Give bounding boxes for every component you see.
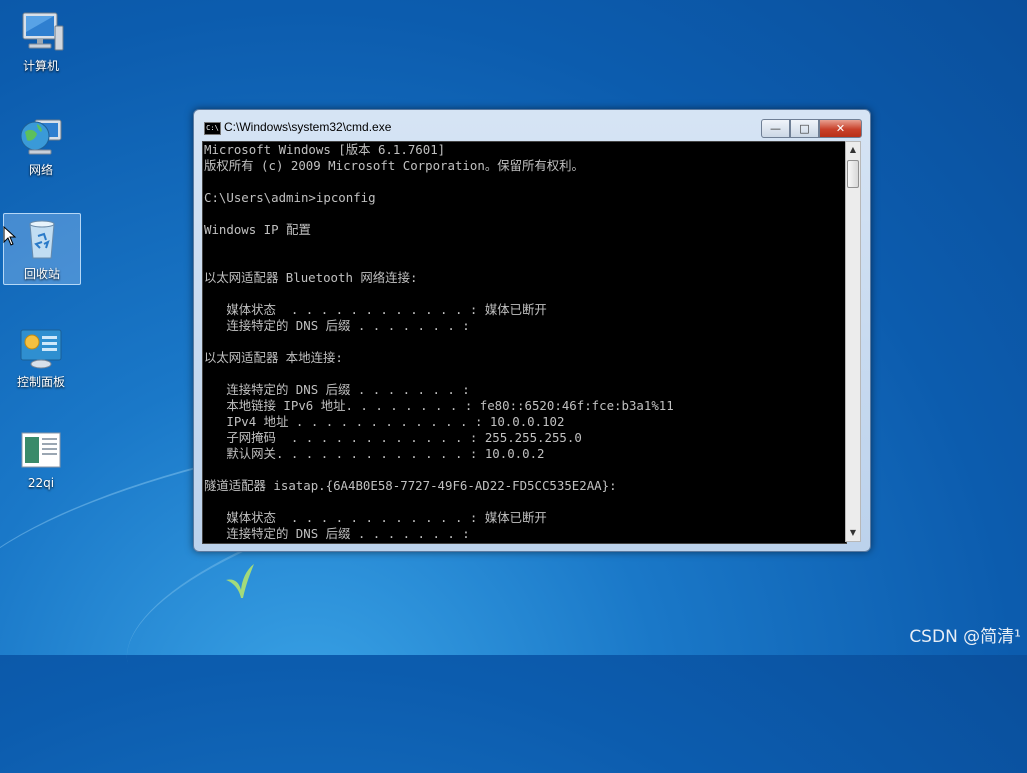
document-file-icon	[21, 432, 61, 468]
console-line: 媒体状态 . . . . . . . . . . . . : 媒体已断开	[204, 302, 547, 317]
console-line: 隧道适配器 isatap.{6A4B0E58-7727-49F6-AD22-FD…	[204, 478, 617, 493]
desktop-icon-label: 网络	[28, 163, 53, 177]
console-line: 媒体状态 . . . . . . . . . . . . : 媒体已断开	[204, 510, 547, 525]
desktop-icon-label: 22qi	[27, 476, 55, 490]
vertical-scrollbar[interactable]: ▲ ▼	[845, 141, 861, 542]
network-globe-icon	[20, 119, 62, 155]
window-controls: — □ ✕	[761, 119, 862, 138]
desktop-icon-label: 计算机	[22, 59, 59, 73]
maximize-button[interactable]: □	[790, 119, 819, 138]
desktop-icon-network[interactable]: 网络	[3, 110, 79, 180]
console-line: 本地链接 IPv6 地址. . . . . . . . : fe80::6520…	[204, 398, 674, 413]
control-panel-icon	[20, 329, 62, 369]
wallpaper-leaf-icon	[226, 564, 254, 598]
window-titlebar[interactable]: C:\ C:\Windows\system32\cmd.exe — □ ✕	[194, 110, 870, 140]
minimize-button[interactable]: —	[761, 119, 790, 138]
console-line: Microsoft Windows [版本 6.1.7601]	[204, 142, 446, 157]
scrollbar-thumb[interactable]	[847, 160, 859, 188]
console-line: 版权所有 (c) 2009 Microsoft Corporation。保留所有…	[204, 158, 584, 173]
desktop-icon-label: 控制面板	[16, 375, 65, 389]
cmd-window[interactable]: C:\ C:\Windows\system32\cmd.exe — □ ✕ Mi…	[193, 109, 871, 552]
cmd-app-icon[interactable]: C:\	[204, 122, 221, 135]
recycle-bin-icon	[29, 220, 55, 259]
console-output[interactable]: Microsoft Windows [版本 6.1.7601] 版权所有 (c) …	[202, 141, 847, 544]
desktop-icon-label: 回收站	[23, 267, 60, 281]
scroll-down-arrow-icon[interactable]: ▼	[846, 525, 860, 541]
computer-icon	[22, 12, 64, 51]
console-line: 以太网适配器 本地连接:	[204, 350, 343, 365]
desktop-icon-22qi[interactable]: 22qi	[3, 425, 79, 495]
window-title: C:\Windows\system32\cmd.exe	[224, 120, 392, 134]
scroll-up-arrow-icon[interactable]: ▲	[846, 142, 860, 158]
watermark: CSDN @简清¹	[909, 627, 1021, 647]
console-line: 以太网适配器 Bluetooth 网络连接:	[204, 270, 418, 285]
console-line: Windows IP 配置	[204, 222, 311, 237]
console-line: 连接特定的 DNS 后缀 . . . . . . . :	[204, 526, 470, 541]
console-line: C:\Users\admin>ipconfig	[204, 190, 376, 205]
desktop-icon-recycle-bin[interactable]: 回收站	[3, 213, 81, 285]
console-line: 默认网关. . . . . . . . . . . . . : 10.0.0.2	[204, 446, 545, 461]
console-line: 子网掩码 . . . . . . . . . . . . : 255.255.2…	[204, 430, 582, 445]
close-button[interactable]: ✕	[819, 119, 862, 138]
console-line: IPv4 地址 . . . . . . . . . . . . : 10.0.0…	[204, 414, 565, 429]
mouse-cursor-icon	[3, 226, 17, 246]
desktop-icon-computer[interactable]: 计算机	[3, 6, 79, 76]
desktop-icon-control-panel[interactable]: 控制面板	[3, 322, 79, 392]
console-line: 连接特定的 DNS 后缀 . . . . . . . :	[204, 318, 470, 333]
console-line: 连接特定的 DNS 后缀 . . . . . . . :	[204, 382, 470, 397]
